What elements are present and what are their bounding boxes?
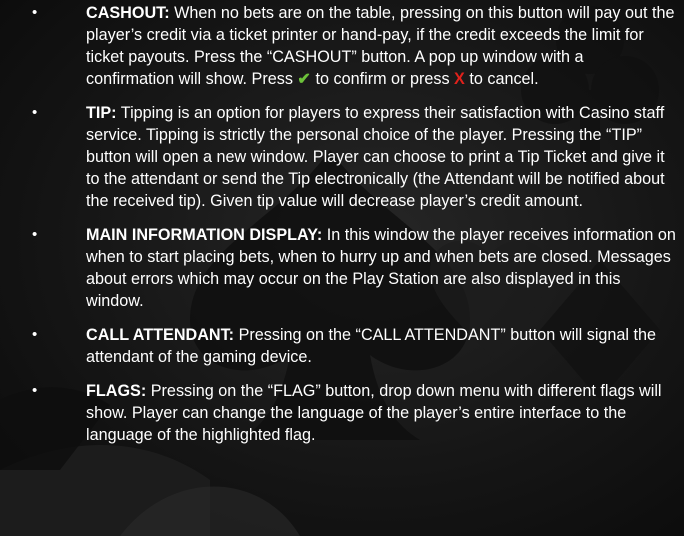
list-item-flags: • FLAGS: Pressing on the “FLAG” button, … [0, 380, 684, 446]
description-cashout-part3: to cancel. [464, 70, 539, 88]
bullet: • [32, 382, 38, 399]
term-call-attendant: CALL ATTENDANT: [86, 326, 235, 344]
term-tip: TIP: [86, 104, 117, 122]
bullet: • [32, 226, 38, 243]
list-item-main-information-display: • MAIN INFORMATION DISPLAY: In this wind… [0, 224, 684, 312]
bullet: • [32, 4, 38, 21]
bullet: • [32, 326, 38, 343]
red-x-icon: X [454, 70, 465, 88]
term-flags: FLAGS: [86, 382, 147, 400]
term-cashout: CASHOUT: [86, 4, 170, 22]
term-main-information-display: MAIN INFORMATION DISPLAY: [86, 226, 323, 244]
description-flags: Pressing on the “FLAG” button, drop down… [86, 382, 662, 444]
bullet: • [32, 104, 38, 121]
list-item-call-attendant: • CALL ATTENDANT: Pressing on the “CALL … [0, 324, 684, 368]
list-item-tip: • TIP: Tipping is an option for players … [0, 102, 684, 212]
description-cashout-part2: to confirm or press [311, 70, 455, 88]
instructions-list: • CASHOUT: When no bets are on the table… [0, 0, 684, 444]
list-item-cashout: • CASHOUT: When no bets are on the table… [0, 2, 684, 90]
green-check-icon: ✔ [297, 70, 311, 88]
description-tip: Tipping is an option for players to expr… [86, 104, 665, 210]
